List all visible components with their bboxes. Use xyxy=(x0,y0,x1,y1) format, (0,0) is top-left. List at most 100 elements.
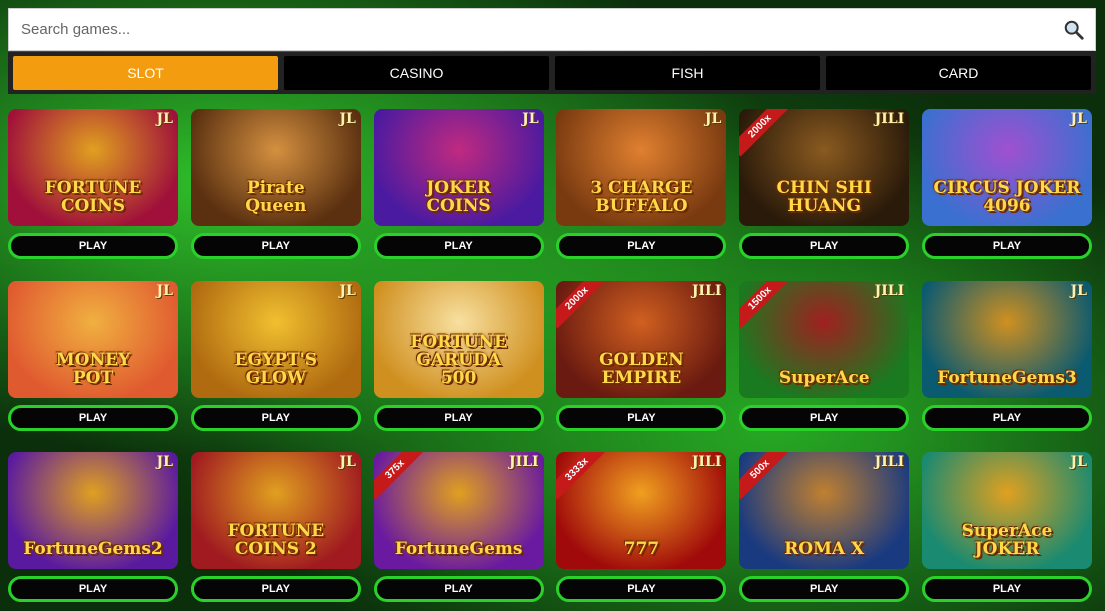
game-card[interactable]: JL MONEY POT PLAY xyxy=(8,280,178,453)
provider-logo: JL xyxy=(1070,111,1087,127)
play-button[interactable]: PLAY xyxy=(190,233,361,259)
play-button[interactable]: PLAY xyxy=(8,404,178,431)
provider-logo: JL xyxy=(704,111,722,127)
provider-logo: JL xyxy=(156,454,173,470)
game-grid: JL FORTUNE COINS PLAY JL Pirate Queen PLAY JL J… xyxy=(8,109,1092,611)
game-card[interactable]: JL FORTUNE COINS 2 PLAY xyxy=(190,452,361,611)
game-thumbnail[interactable]: JL FortuneGems3 xyxy=(921,280,1092,398)
game-card[interactable]: 2000x JILI CHIN SHI HUANG PLAY xyxy=(739,109,910,281)
game-title: FORTUNE GARUDA 500 xyxy=(410,331,507,388)
tab-casino[interactable]: CASINO xyxy=(284,56,549,90)
play-button[interactable]: PLAY xyxy=(373,576,544,602)
game-thumbnail[interactable]: 1500x JILI SuperAce xyxy=(739,280,910,398)
game-thumbnail[interactable]: JL EGYPT'S GLOW xyxy=(190,280,361,398)
game-card[interactable]: 2000x JILI GOLDEN EMPIRE PLAY xyxy=(556,280,727,453)
multiplier-ribbon: 1500x xyxy=(739,280,791,329)
game-title: 777 xyxy=(623,539,660,560)
game-thumbnail[interactable]: 375x JILI FortuneGems xyxy=(373,452,544,569)
game-title: EGYPT'S GLOW xyxy=(234,349,318,388)
play-button[interactable]: PLAY xyxy=(739,404,910,431)
game-card[interactable]: 3333x JILI 777 PLAY xyxy=(556,452,727,611)
play-button[interactable]: PLAY xyxy=(373,233,544,259)
game-thumbnail[interactable]: 2000x JILI GOLDEN EMPIRE xyxy=(556,280,727,398)
game-card[interactable]: 1500x JILI SuperAce PLAY xyxy=(739,280,910,453)
game-thumbnail[interactable]: JL FortuneGems2 xyxy=(8,452,178,569)
provider-logo: JILI xyxy=(874,282,905,299)
provider-logo: JL xyxy=(339,282,356,299)
provider-logo: JL xyxy=(339,111,356,127)
game-title: SuperAce JOKER xyxy=(961,521,1053,560)
play-button[interactable]: PLAY xyxy=(921,404,1092,431)
game-thumbnail[interactable]: 500x JILI ROMA X xyxy=(739,452,910,569)
game-card[interactable]: JL FortuneGems2 PLAY xyxy=(8,452,178,611)
provider-logo: JL xyxy=(1070,454,1087,470)
game-card[interactable]: JL JOKER COINS PLAY xyxy=(373,109,544,281)
play-button[interactable]: PLAY xyxy=(190,576,361,602)
game-card[interactable]: JL SuperAce JOKER PLAY xyxy=(921,452,1092,611)
game-card[interactable]: JL EGYPT'S GLOW PLAY xyxy=(190,280,361,453)
game-card[interactable]: JL FORTUNE COINS PLAY xyxy=(8,109,178,281)
game-thumbnail[interactable]: JL CIRCUS JOKER 4096 xyxy=(921,109,1092,226)
provider-logo: JL xyxy=(156,282,173,299)
play-button[interactable]: PLAY xyxy=(739,233,910,259)
game-title: ROMA X xyxy=(784,539,865,560)
multiplier-ribbon: 500x xyxy=(739,452,791,500)
game-card[interactable]: JL FortuneGems3 PLAY xyxy=(921,280,1092,453)
play-button[interactable]: PLAY xyxy=(739,576,910,602)
play-button[interactable]: PLAY xyxy=(921,233,1092,259)
game-card[interactable]: JL Pirate Queen PLAY xyxy=(190,109,361,281)
game-card[interactable]: 375x JILI FortuneGems PLAY xyxy=(373,452,544,611)
game-thumbnail[interactable]: JL JOKER COINS xyxy=(373,109,544,226)
game-title: CIRCUS JOKER 4096 xyxy=(933,178,1081,217)
game-thumbnail[interactable]: JL SuperAce JOKER xyxy=(921,452,1092,569)
multiplier-ribbon: 3333x xyxy=(556,452,608,500)
play-button[interactable]: PLAY xyxy=(556,404,727,431)
tab-card[interactable]: CARD xyxy=(826,56,1091,90)
game-title: 3 CHARGE BUFFALO xyxy=(590,178,693,217)
game-thumbnail[interactable]: JL MONEY POT xyxy=(8,280,178,398)
game-title: GOLDEN EMPIRE xyxy=(599,349,684,388)
game-thumbnail[interactable]: JL Pirate Queen xyxy=(190,109,361,226)
play-button[interactable]: PLAY xyxy=(556,576,727,602)
provider-logo: JILI xyxy=(874,454,905,470)
game-card[interactable]: JL 3 CHARGE BUFFALO PLAY xyxy=(556,109,727,281)
game-title: MONEY POT xyxy=(55,349,131,388)
game-title: CHIN SHI HUANG xyxy=(776,178,872,217)
game-thumbnail[interactable]: 2000x JILI CHIN SHI HUANG xyxy=(739,109,910,226)
game-thumbnail[interactable]: JL FORTUNE COINS 2 xyxy=(190,452,361,569)
search-input[interactable] xyxy=(9,9,1095,50)
game-title: SuperAce xyxy=(778,367,870,388)
play-button[interactable]: PLAY xyxy=(921,576,1092,602)
game-title: Pirate Queen xyxy=(245,178,307,217)
multiplier-ribbon: 2000x xyxy=(556,280,608,329)
multiplier-ribbon: 2000x xyxy=(739,109,791,157)
play-button[interactable]: PLAY xyxy=(8,233,178,259)
game-thumbnail[interactable]: JL FORTUNE COINS xyxy=(8,109,178,226)
game-card[interactable]: 500x JILI ROMA X PLAY xyxy=(739,452,910,611)
game-title: FortuneGems2 xyxy=(23,539,163,560)
provider-logo: JILI xyxy=(509,454,539,470)
play-button[interactable]: PLAY xyxy=(373,404,544,431)
tab-slot[interactable]: SLOT xyxy=(13,56,278,90)
game-title: FORTUNE COINS 2 xyxy=(227,521,325,560)
search-bar xyxy=(8,8,1096,51)
provider-logo: JILI xyxy=(691,282,722,299)
game-card[interactable]: FORTUNE GARUDA 500 PLAY xyxy=(373,280,544,453)
game-thumbnail[interactable]: 3333x JILI 777 xyxy=(556,452,727,569)
search-icon[interactable] xyxy=(1063,19,1085,41)
provider-logo: JL xyxy=(522,111,539,127)
multiplier-ribbon: 375x xyxy=(373,452,425,500)
play-button[interactable]: PLAY xyxy=(8,576,178,602)
tab-fish[interactable]: FISH xyxy=(555,56,820,90)
play-button[interactable]: PLAY xyxy=(556,233,727,259)
game-card[interactable]: JL CIRCUS JOKER 4096 PLAY xyxy=(921,109,1092,281)
provider-logo: JL xyxy=(156,111,173,127)
game-thumbnail[interactable]: JL 3 CHARGE BUFFALO xyxy=(556,109,727,226)
provider-logo: JL xyxy=(339,454,356,470)
play-button[interactable]: PLAY xyxy=(190,404,361,431)
provider-logo: JILI xyxy=(874,111,905,127)
game-thumbnail[interactable]: FORTUNE GARUDA 500 xyxy=(373,280,544,398)
game-title: FORTUNE COINS xyxy=(44,178,142,217)
game-title: FortuneGems3 xyxy=(937,367,1077,388)
category-tabs: SLOT CASINO FISH CARD xyxy=(8,52,1096,94)
